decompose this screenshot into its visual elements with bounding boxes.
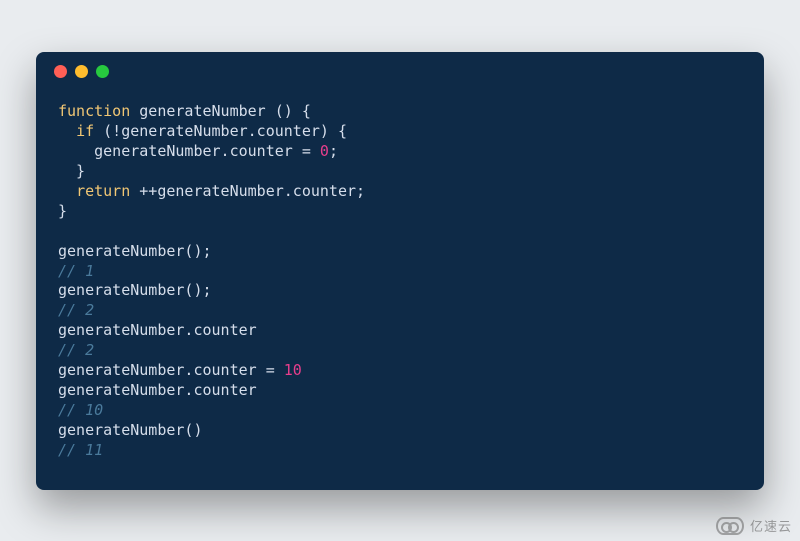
code-token: // 2 (58, 341, 94, 359)
code-line: // 10 (58, 401, 742, 421)
code-token: generateNumber.counter (58, 381, 257, 399)
code-line: generateNumber.counter (58, 381, 742, 401)
watermark: 亿速云 (716, 516, 792, 535)
zoom-dot-icon (96, 65, 109, 78)
code-token (130, 102, 139, 120)
code-window: function generateNumber () { if (!genera… (36, 52, 764, 490)
code-token: ; (329, 142, 338, 160)
code-line: generateNumber() (58, 421, 742, 441)
code-token: } (58, 202, 67, 220)
code-line: // 2 (58, 341, 742, 361)
code-token (58, 122, 76, 140)
code-token: 10 (284, 361, 302, 379)
code-line (58, 222, 742, 242)
code-line: if (!generateNumber.counter) { (58, 122, 742, 142)
code-line: generateNumber.counter = 0; (58, 142, 742, 162)
code-token: (!generateNumber.counter) { (94, 122, 347, 140)
code-token: // 1 (58, 262, 94, 280)
code-token: () { (275, 102, 311, 120)
code-block: function generateNumber () { if (!genera… (36, 90, 764, 479)
code-token: generateNumber() (58, 421, 203, 439)
code-token: ++generateNumber.counter; (130, 182, 365, 200)
code-token: generateNumber.counter = (58, 142, 320, 160)
watermark-text: 亿速云 (750, 516, 792, 535)
close-dot-icon (54, 65, 67, 78)
code-token: generateNumber.counter = (58, 361, 284, 379)
code-token (266, 102, 275, 120)
code-line: generateNumber(); (58, 281, 742, 301)
code-line: generateNumber(); (58, 242, 742, 262)
code-token: // 2 (58, 301, 94, 319)
code-token: generateNumber (139, 102, 265, 120)
code-line: function generateNumber () { (58, 102, 742, 122)
code-line: // 11 (58, 441, 742, 461)
code-token: if (76, 122, 94, 140)
code-line: // 1 (58, 262, 742, 282)
code-line: return ++generateNumber.counter; (58, 182, 742, 202)
code-token: generateNumber(); (58, 281, 212, 299)
code-line: } (58, 202, 742, 222)
code-line: } (58, 162, 742, 182)
code-token (58, 182, 76, 200)
code-line: generateNumber.counter (58, 321, 742, 341)
code-token: return (76, 182, 130, 200)
code-token: // 11 (58, 441, 103, 459)
code-token: generateNumber.counter (58, 321, 257, 339)
code-line: generateNumber.counter = 10 (58, 361, 742, 381)
code-line: // 2 (58, 301, 742, 321)
minimize-dot-icon (75, 65, 88, 78)
code-token: // 10 (58, 401, 103, 419)
cloud-logo-icon (716, 517, 744, 535)
code-token: } (58, 162, 85, 180)
code-token: function (58, 102, 130, 120)
code-token: generateNumber(); (58, 242, 212, 260)
window-titlebar (36, 52, 764, 90)
code-token: 0 (320, 142, 329, 160)
